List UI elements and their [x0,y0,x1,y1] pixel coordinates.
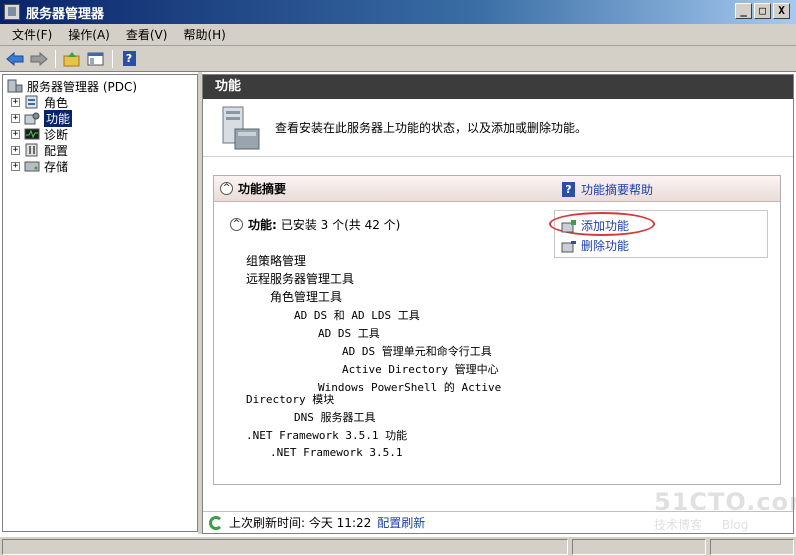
feature-item: Active Directory 管理中心 [342,363,499,376]
tree-item-features[interactable]: + 功能 [11,109,73,127]
features-large-icon [217,105,261,151]
tree-item-label: 诊断 [44,127,69,142]
up-level-button[interactable] [61,49,83,69]
intro-text: 查看安装在此服务器上功能的状态，以及添加或删除功能。 [275,121,588,135]
arrow-right-icon [30,51,48,66]
status-bar [0,536,796,556]
features-label: 功能: [248,218,277,232]
help-icon: ? [562,182,575,197]
menu-help[interactable]: 帮助(H) [175,26,233,43]
expand-icon[interactable]: + [11,145,20,155]
tree-item-label: 角色 [44,95,69,110]
console-tree-icon [87,52,104,65]
tree-root[interactable]: 服务器管理器 (PDC) [7,78,137,94]
status-panel [710,539,794,555]
feature-item: .NET Framework 3.5.1 [270,446,403,459]
feature-item: Windows PowerShell 的 Active [318,381,502,394]
folder-up-icon [63,51,80,66]
collapse-icon[interactable]: ^ [220,182,233,195]
help-button[interactable]: ? [118,49,140,69]
menu-bar: 文件(F) 操作(A) 查看(V) 帮助(H) [0,24,796,46]
help-icon: ? [122,51,136,66]
feature-item: DNS 服务器工具 [294,411,376,424]
menu-view[interactable]: 查看(V) [118,26,176,43]
feature-item: AD DS 和 AD LDS 工具 [294,309,420,322]
tree-item-label: 存储 [44,159,69,174]
intro-banner: 查看安装在此服务器上功能的状态，以及添加或删除功能。 [203,99,793,157]
watermark-logo: 51CTO.com [654,488,796,516]
diagnostics-icon [24,127,40,141]
toolbar-separator [55,49,56,68]
configuration-icon [24,143,40,157]
tree-root-label: 服务器管理器 (PDC) [27,79,138,94]
server-icon [7,79,23,93]
maximize-button[interactable]: □ [754,3,771,19]
collapse-icon[interactable]: ^ [230,218,243,231]
tree-item-label: 功能 [44,109,73,127]
expand-icon[interactable]: + [11,113,20,123]
feature-item: 角色管理工具 [270,290,343,304]
features-icon [24,111,40,125]
server-manager-app-icon [4,4,20,20]
console-tree: 服务器管理器 (PDC) + 角色 + 功能 + 诊断 + 配置 + 存储 [2,74,198,532]
tree-item-roles[interactable]: + 角色 [11,94,68,110]
minimize-button[interactable]: _ [735,3,752,19]
menu-action[interactable]: 操作(A) [60,26,118,43]
features-count-header: ^ 功能: 已安装 3 个(共 42 个) [230,216,400,233]
storage-icon [24,159,40,173]
close-button[interactable]: X [773,3,790,19]
show-hide-tree-button[interactable] [85,49,107,69]
arrow-left-icon [6,51,24,66]
window-controls: _ □ X [735,3,790,19]
watermark: 51CTO.com 技术博客 Blog [654,488,796,536]
refresh-icon [209,515,223,530]
title-bar: 服务器管理器 _ □ X [0,0,796,24]
feature-item: AD DS 工具 [318,327,380,340]
window-title: 服务器管理器 [26,6,105,22]
configure-refresh-link[interactable]: 配置刷新 [377,514,425,531]
feature-item: 组策略管理 [246,254,307,268]
menu-file[interactable]: 文件(F) [4,26,60,43]
remove-features-label: 删除功能 [581,239,630,253]
features-summary-header: ^ 功能摘要 ? 功能摘要帮助 [214,176,780,202]
feature-item: 远程服务器管理工具 [246,272,355,286]
tree-item-label: 配置 [44,143,69,158]
back-button[interactable] [4,49,26,69]
content-pane: 功能 查看安装在此服务器上功能的状态，以及添加或删除功能。 ^ 功能摘要 ? 功… [202,74,794,534]
expand-icon[interactable]: + [11,129,20,139]
watermark-tagline: 技术博客 Blog [654,516,784,533]
feature-item: Directory 模块 [246,393,335,406]
roles-icon [24,95,40,109]
last-refresh-text: 上次刷新时间: 今天 11:22 [229,516,372,530]
add-features-link[interactable]: 添加功能 [549,212,655,236]
add-feature-icon [561,219,577,233]
tree-item-storage[interactable]: + 存储 [11,158,68,174]
features-status: 已安装 3 个(共 42 个) [280,218,401,232]
actions-panel: 添加功能 删除功能 [549,210,768,258]
remove-feature-icon [561,239,577,253]
expand-icon[interactable]: + [11,161,20,171]
features-summary-title: 功能摘要 [238,182,287,196]
status-panel [572,539,706,555]
page-title: 功能 [203,75,793,99]
remove-features-link[interactable]: 删除功能 [561,237,629,254]
watermark-tagline-text: 技术博客 [654,518,703,532]
toolbar: ? [0,46,796,72]
features-summary-help-link[interactable]: ? 功能摘要帮助 [562,181,653,198]
feature-item: .NET Framework 3.5.1 功能 [246,429,408,442]
features-summary-section: ^ 功能摘要 ? 功能摘要帮助 ^ 功能: 已安装 3 个(共 42 个) 添加… [213,175,781,485]
feature-item: AD DS 管理单元和命令行工具 [342,345,492,358]
help-link-label: 功能摘要帮助 [581,183,654,197]
forward-button[interactable] [28,49,50,69]
status-panel [2,539,568,555]
watermark-suffix: Blog [721,518,749,532]
tree-item-configuration[interactable]: + 配置 [11,142,68,158]
expand-icon[interactable]: + [11,97,20,107]
toolbar-separator [112,49,113,68]
tree-item-diagnostics[interactable]: + 诊断 [11,126,68,142]
